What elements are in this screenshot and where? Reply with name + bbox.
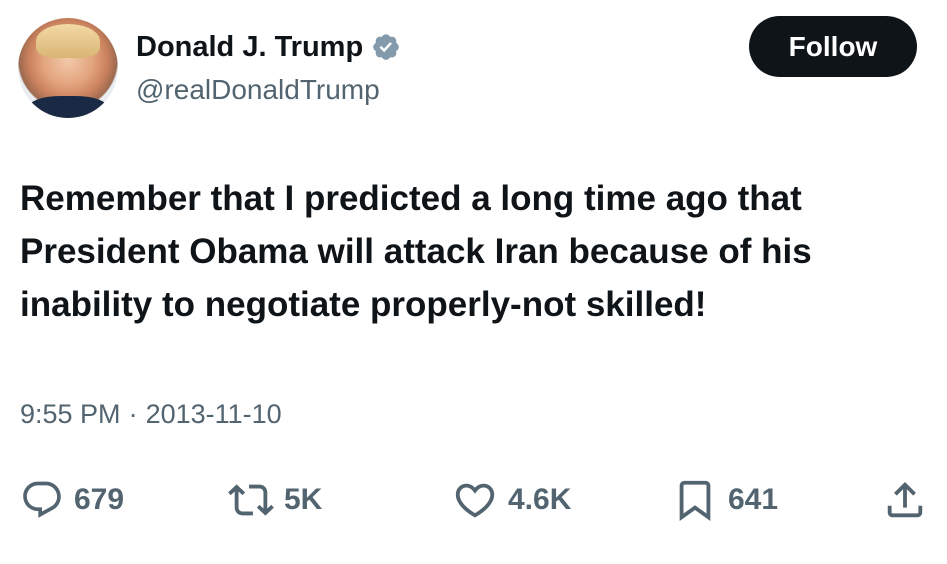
retweet-icon xyxy=(228,484,274,516)
share-icon xyxy=(887,481,923,518)
bookmark-button[interactable]: 641 xyxy=(672,472,778,528)
bookmark-icon xyxy=(679,480,711,521)
author-name-row: Donald J. Trump xyxy=(136,30,401,64)
author-name[interactable]: Donald J. Trump xyxy=(136,30,363,64)
author-handle[interactable]: @realDonaldTrump xyxy=(136,73,380,107)
action-bar: 679 5K 4.6K 641 xyxy=(20,472,932,528)
avatar-suit xyxy=(28,96,108,118)
like-button[interactable]: 4.6K xyxy=(452,472,571,528)
bookmark-count: 641 xyxy=(728,483,779,516)
share-button[interactable] xyxy=(882,472,928,528)
tweet-text: Remember that I predicted a long time ag… xyxy=(20,179,812,324)
tweet-date[interactable]: 2013-11-10 xyxy=(146,398,282,430)
reply-icon xyxy=(23,481,61,518)
tweet-card: Donald J. Trump @realDonaldTrump Follow … xyxy=(0,0,947,564)
reply-button[interactable]: 679 xyxy=(20,472,124,528)
tweet-time[interactable]: 9:55 PM xyxy=(20,398,121,430)
retweet-count: 5K xyxy=(284,483,323,516)
retweet-button[interactable]: 5K xyxy=(228,472,322,528)
follow-button[interactable]: Follow xyxy=(749,16,917,77)
like-count: 4.6K xyxy=(508,483,572,516)
avatar[interactable] xyxy=(18,18,118,118)
meta-separator: · xyxy=(128,399,138,429)
heart-icon xyxy=(455,483,495,518)
verified-badge-icon xyxy=(373,34,399,60)
reply-count: 679 xyxy=(74,483,125,516)
tweet-meta: 9:55 PM · 2013-11-10 xyxy=(20,398,282,430)
avatar-hair xyxy=(36,24,100,58)
